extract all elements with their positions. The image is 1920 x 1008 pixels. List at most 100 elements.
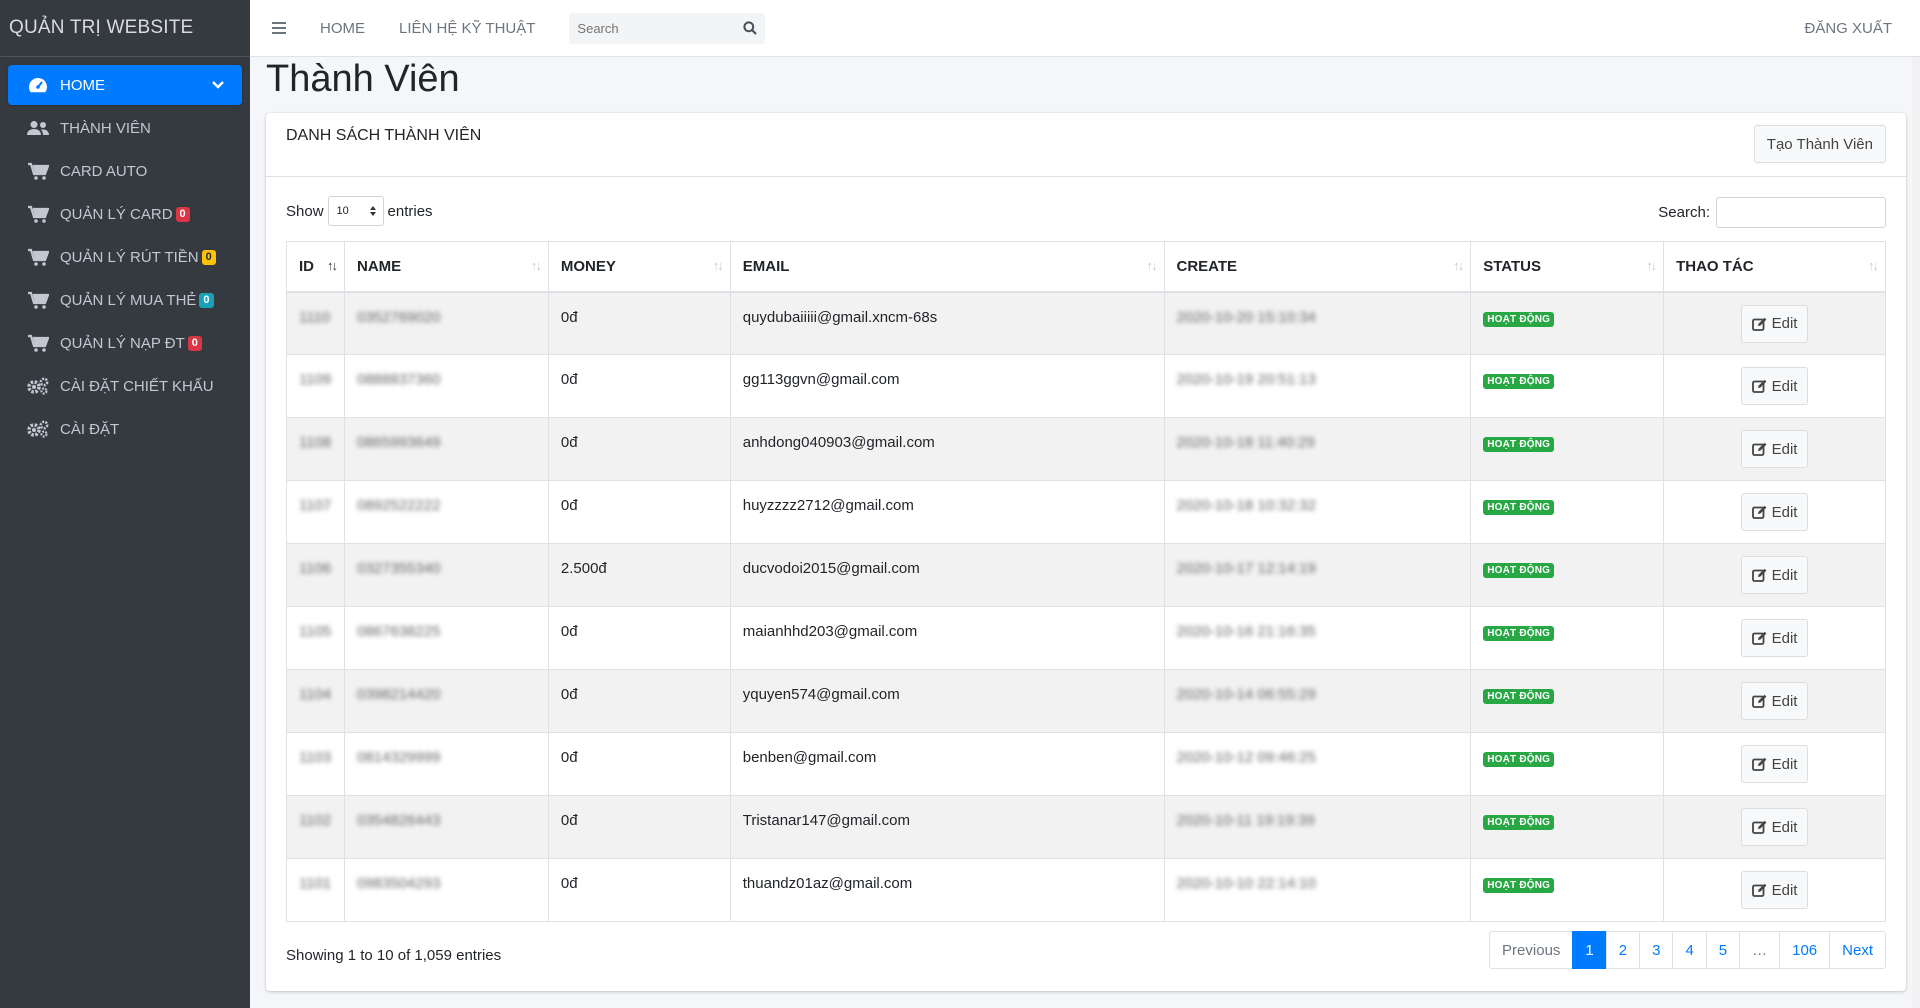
cell-create: 2020-10-14 06:55:29: [1163, 669, 1472, 733]
page-button[interactable]: 4: [1672, 931, 1707, 969]
count-badge: 0: [199, 292, 214, 308]
table-controls: Show 10 entries Search:: [286, 196, 1886, 228]
page-button[interactable]: 2: [1605, 931, 1641, 969]
cell-money: 0đ: [547, 606, 731, 670]
table-row: 1105 0867638225 0đ maianhhd203@gmail.com 202…: [286, 606, 1886, 670]
create-member-button[interactable]: Tạo Thành Viên: [1753, 125, 1886, 163]
next-page-button[interactable]: Next: [1829, 931, 1886, 969]
cell-create: 2020-10-11 19:19:39: [1163, 795, 1472, 859]
cell-email: gg113ggvn@gmail.com: [729, 354, 1165, 418]
navbar-search-input[interactable]: [569, 12, 735, 44]
edit-label: Edit: [1771, 377, 1798, 395]
navbar-search: [569, 12, 766, 44]
table-row: 1107 0892522222 0đ huyzzzz2712@gmail.com 202…: [286, 480, 1886, 544]
edit-button[interactable]: Edit: [1740, 871, 1809, 909]
previous-page-button[interactable]: Previous: [1489, 931, 1574, 969]
cell-id: 1106: [286, 543, 345, 607]
edit-label: Edit: [1771, 629, 1798, 647]
card-header: DANH SÁCH THÀNH VIÊN Tạo Thành Viên: [266, 113, 1906, 177]
cell-name: 0892522222: [343, 480, 549, 544]
nav-contact-link[interactable]: LIÊN HỆ KỸ THUẬT: [399, 20, 535, 37]
nav-home-link[interactable]: HOME: [320, 20, 365, 37]
page-button[interactable]: 3: [1639, 931, 1674, 969]
cell-create: 2020-10-19 20:51:13: [1163, 354, 1472, 418]
sidebar-item-home[interactable]: HOME: [8, 65, 242, 105]
cell-status: HOẠT ĐỘNG: [1470, 417, 1665, 481]
pagination: Previous 1 2 3 4 5… 106 Next: [1489, 931, 1886, 969]
cell-status: HOẠT ĐỘNG: [1470, 291, 1665, 355]
sidebar-item-label: QUẢN LÝ MUA THẺ: [60, 291, 197, 309]
hamburger-menu-icon[interactable]: [272, 22, 296, 34]
edit-button[interactable]: Edit: [1740, 682, 1809, 720]
sidebar-item-label: QUẢN LÝ CARD: [60, 205, 173, 223]
sort-icon: ↑↓: [1146, 258, 1158, 273]
edit-button[interactable]: Edit: [1740, 367, 1809, 405]
cell-name: 0865993649: [343, 417, 549, 481]
cell-id: 1101: [286, 858, 345, 922]
table-row: 1110 0352769020 0đ quydubaiiiii@gmail.xncm-…: [286, 291, 1886, 355]
edit-button[interactable]: Edit: [1740, 430, 1809, 468]
cell-money: 0đ: [547, 291, 731, 355]
sidebar-item-settings[interactable]: CÀI ĐẶT: [8, 409, 242, 449]
cart-icon: [26, 290, 50, 310]
page-button[interactable]: 106: [1779, 931, 1831, 969]
column-header-status[interactable]: STATUS ↑↓: [1470, 241, 1665, 293]
sidebar-menu: HOME THÀNH VIÊN CARD AUTO QUẢN LÝ CARD 0: [0, 57, 250, 460]
count-badge: 0: [175, 206, 190, 222]
sidebar-item-label: CÀI ĐẶT: [60, 420, 120, 438]
search-icon[interactable]: [734, 13, 765, 44]
column-header-id[interactable]: ID ↑↓: [286, 241, 345, 293]
column-header-actions[interactable]: THAO TÁC ↑↓: [1663, 241, 1886, 293]
sidebar-item-topup[interactable]: QUẢN LÝ NẠP ĐT 0: [8, 323, 242, 363]
cell-status: HOẠT ĐỘNG: [1470, 480, 1665, 544]
table-search-input[interactable]: [1716, 197, 1886, 228]
cell-email: Tristanar147@gmail.com: [729, 795, 1165, 859]
page-scrollbar[interactable]: [1912, 57, 1920, 1008]
cell-money: 0đ: [547, 480, 731, 544]
edit-button[interactable]: Edit: [1740, 493, 1809, 531]
sidebar-item-buy-card[interactable]: QUẢN LÝ MUA THẺ 0: [8, 280, 242, 320]
page-button[interactable]: 1: [1572, 931, 1607, 969]
page-button[interactable]: 5: [1705, 931, 1741, 969]
edit-button[interactable]: Edit: [1740, 619, 1809, 657]
entries-label: entries: [387, 202, 433, 220]
cell-money: 0đ: [547, 732, 731, 796]
edit-icon: [1751, 505, 1767, 519]
cart-icon: [26, 204, 50, 224]
edit-label: Edit: [1771, 881, 1798, 899]
edit-button[interactable]: Edit: [1740, 808, 1809, 846]
cell-email: quydubaiiiii@gmail.xncm-68s: [729, 291, 1165, 355]
column-header-create[interactable]: CREATE ↑↓: [1163, 241, 1472, 293]
logout-link[interactable]: ĐĂNG XUẤT: [1804, 20, 1892, 37]
page-length-value: 10: [336, 205, 349, 217]
column-header-money[interactable]: MONEY ↑↓: [547, 241, 731, 293]
cell-money: 0đ: [547, 795, 731, 859]
edit-button[interactable]: Edit: [1740, 745, 1809, 783]
count-badge: 0: [201, 249, 216, 265]
page-length-select[interactable]: 10: [327, 196, 384, 226]
count-badge: 0: [187, 335, 202, 351]
column-header-name[interactable]: NAME ↑↓: [343, 241, 549, 293]
select-arrows-icon: [369, 206, 376, 216]
edit-label: Edit: [1771, 818, 1798, 836]
cell-actions: Edit: [1663, 291, 1886, 355]
edit-icon: [1751, 694, 1767, 708]
table-row: 1106 0327355340 2.500đ ducvodoi2015@gmail.c…: [286, 543, 1886, 607]
table-row: 1103 0814329999 0đ benben@gmail.com 2020-10-…: [286, 732, 1886, 796]
sidebar-item-label: QUẢN LÝ RÚT TIỀN: [60, 248, 199, 266]
edit-button[interactable]: Edit: [1740, 304, 1809, 343]
sidebar-item-card-manage[interactable]: QUẢN LÝ CARD 0: [8, 194, 242, 234]
cell-money: 0đ: [547, 417, 731, 481]
cell-name: 0398214420: [343, 669, 549, 733]
brand-title[interactable]: QUẢN TRỊ WEBSITE: [0, 0, 250, 57]
sidebar-item-members[interactable]: THÀNH VIÊN: [8, 108, 242, 148]
edit-button[interactable]: Edit: [1740, 556, 1809, 594]
sidebar-item-card-auto[interactable]: CARD AUTO: [8, 151, 242, 191]
table-row: 1109 0888837360 0đ gg113ggvn@gmail.com 2020-…: [286, 354, 1886, 418]
cell-money: 0đ: [547, 669, 731, 733]
sidebar-item-withdraw[interactable]: QUẢN LÝ RÚT TIỀN 0: [8, 237, 242, 277]
cell-money: 0đ: [547, 858, 731, 922]
sidebar-item-discount-settings[interactable]: CÀI ĐẶT CHIẾT KHẤU: [8, 366, 242, 406]
edit-icon: [1751, 883, 1767, 897]
column-header-email[interactable]: EMAIL ↑↓: [729, 241, 1165, 293]
